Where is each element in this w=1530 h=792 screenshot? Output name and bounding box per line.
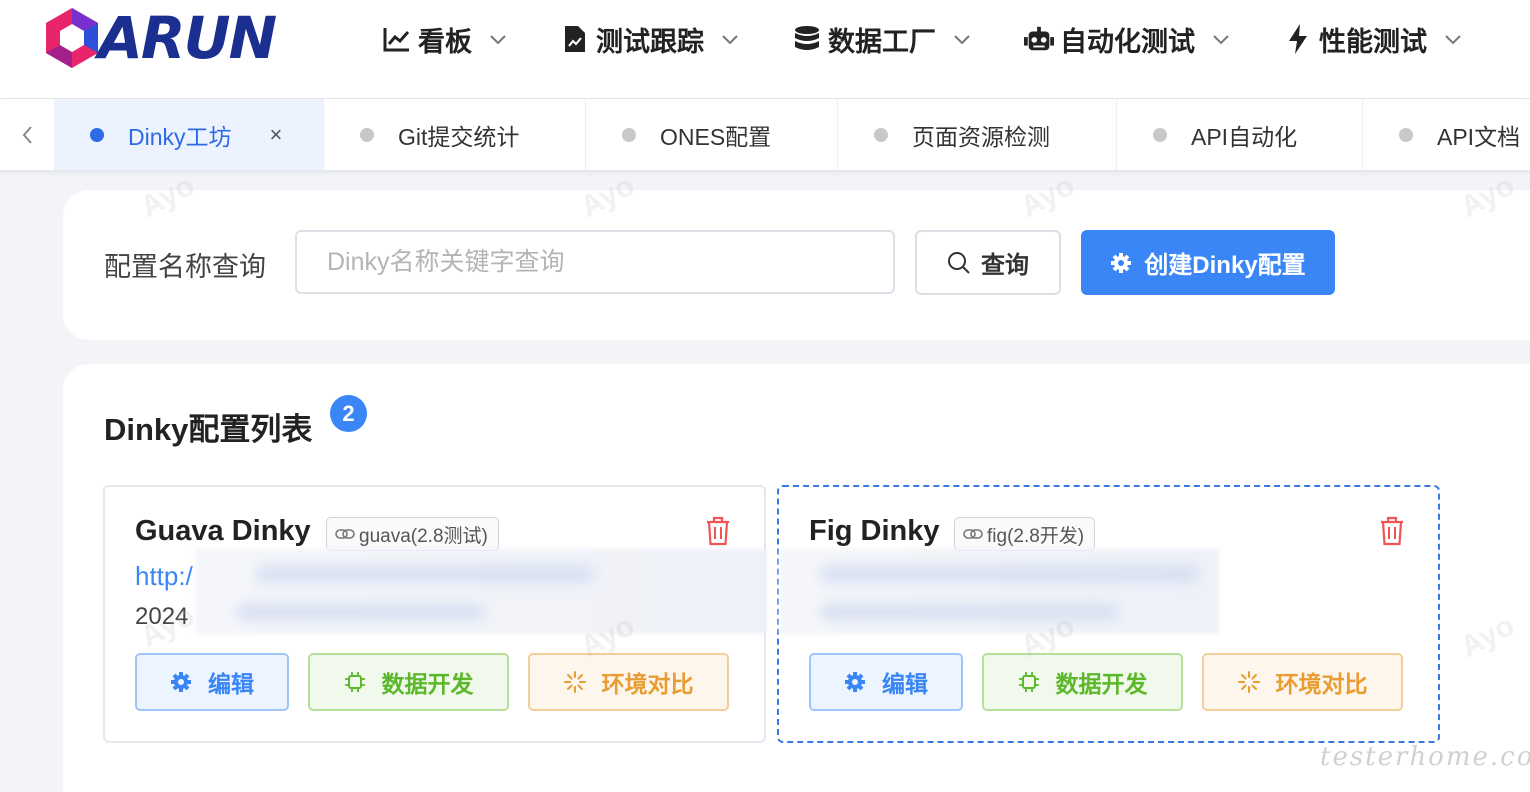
link-icon: [963, 525, 983, 543]
line-chart-icon: [382, 24, 412, 54]
chip-icon: [1018, 671, 1040, 693]
tab-api-docs[interactable]: API文档: [1363, 99, 1530, 170]
create-dinky-config-button[interactable]: 创建Dinky配置: [1081, 230, 1335, 295]
environment-compare-button[interactable]: 环境对比: [1202, 653, 1403, 711]
gear-icon: [1111, 252, 1132, 273]
config-item-fig: Fig Dinky fig(2.8开发) 编辑 数据开发 环境对比: [777, 485, 1440, 743]
edit-button[interactable]: 编辑: [809, 653, 963, 711]
logo-hexagon-icon: [46, 8, 98, 68]
top-header: ARUN 看板 测试跟踪 数据工厂 自动化测试 性能测试: [0, 0, 1530, 99]
gear-icon: [844, 671, 866, 693]
item-url-link[interactable]: http:/: [135, 561, 193, 592]
gear-icon: [170, 671, 192, 693]
nav-item-data-factory[interactable]: 数据工厂: [792, 18, 972, 60]
query-button-label: 查询: [981, 252, 1029, 279]
trash-icon[interactable]: [702, 515, 734, 547]
data-development-button[interactable]: 数据开发: [982, 653, 1183, 711]
environment-compare-button[interactable]: 环境对比: [528, 653, 729, 711]
search-input[interactable]: [295, 230, 895, 294]
count-badge: 2: [330, 395, 367, 432]
tab-page-resource-check[interactable]: 页面资源检测: [838, 99, 1117, 170]
item-tag-label: guava(2.8测试): [359, 525, 488, 547]
tab-label: API文档: [1437, 123, 1521, 150]
redacted-area: [779, 549, 1219, 634]
data-development-label: 数据开发: [381, 671, 474, 697]
environment-compare-label: 环境对比: [601, 671, 694, 697]
query-button[interactable]: 查询: [915, 230, 1061, 295]
tab-dinky-workshop[interactable]: Dinky工坊 ×: [54, 99, 324, 170]
database-icon: [792, 24, 822, 54]
logo[interactable]: ARUN: [40, 4, 277, 72]
chevron-down-icon: [722, 35, 738, 45]
tab-label: API自动化: [1191, 123, 1298, 150]
chevron-down-icon: [954, 35, 970, 45]
tab-status-dot: [360, 127, 374, 142]
lightning-icon: [1283, 24, 1313, 54]
tab-status-dot: [1153, 127, 1167, 142]
list-title: Dinky配置列表: [104, 412, 313, 447]
nav-label: 性能测试: [1319, 26, 1427, 57]
tab-status-dot: [622, 127, 636, 142]
trash-icon[interactable]: [1376, 515, 1408, 547]
tab-label: Git提交统计: [398, 123, 520, 150]
tab-label: 页面资源检测: [912, 123, 1050, 150]
nav-item-dashboard[interactable]: 看板: [382, 18, 508, 60]
tab-label: Dinky工坊: [128, 123, 232, 150]
tab-git-commit-stats[interactable]: Git提交统计: [324, 99, 586, 170]
item-name: Guava Dinky: [135, 515, 311, 547]
main-nav: 看板 测试跟踪 数据工厂 自动化测试 性能测试: [382, 18, 1515, 60]
chevron-down-icon: [1213, 35, 1229, 45]
nav-item-test-tracking[interactable]: 测试跟踪: [560, 18, 740, 60]
chevron-down-icon: [490, 35, 506, 45]
redacted-area: [195, 549, 766, 634]
site-watermark: testerhome.com: [1320, 742, 1530, 772]
item-name: Fig Dinky: [809, 515, 940, 547]
nav-item-performance-test[interactable]: 性能测试: [1283, 18, 1463, 60]
close-icon[interactable]: ×: [270, 122, 283, 148]
robot-icon: [1024, 24, 1054, 54]
logo-text: ARUN: [98, 4, 277, 72]
data-development-button[interactable]: 数据开发: [308, 653, 509, 711]
item-tag-label: fig(2.8开发): [987, 525, 1085, 547]
nav-label: 数据工厂: [828, 26, 936, 57]
nav-item-automation-test[interactable]: 自动化测试: [1024, 18, 1231, 60]
config-item-guava: Guava Dinky guava(2.8测试) http:/ 2024 编辑 …: [103, 485, 766, 743]
nav-label: 自动化测试: [1060, 26, 1195, 57]
tab-ones-config[interactable]: ONES配置: [586, 99, 838, 170]
tab-scroll-left-button[interactable]: [0, 99, 54, 170]
tab-api-automation[interactable]: API自动化: [1117, 99, 1363, 170]
link-icon: [335, 525, 355, 543]
search-label: 配置名称查询: [104, 252, 266, 282]
document-icon: [560, 24, 590, 54]
tab-bar: Dinky工坊 × Git提交统计 ONES配置 页面资源检测 API自动化 A…: [0, 99, 1530, 171]
loading-icon: [1237, 671, 1260, 693]
tab-status-dot: [1399, 127, 1413, 142]
tab-status-dot: [874, 127, 888, 142]
item-tag: guava(2.8测试): [326, 517, 499, 551]
edit-button-label: 编辑: [882, 671, 928, 697]
tab-status-dot: [90, 127, 104, 142]
edit-button[interactable]: 编辑: [135, 653, 289, 711]
item-date: 2024: [135, 603, 189, 630]
item-tag: fig(2.8开发): [954, 517, 1096, 551]
config-list-card: Dinky配置列表 2 Guava Dinky guava(2.8测试) htt…: [63, 364, 1530, 792]
chevron-down-icon: [1445, 35, 1461, 45]
chip-icon: [344, 671, 366, 693]
search-icon: [948, 251, 970, 274]
chevron-left-icon: [22, 125, 32, 144]
create-button-label: 创建Dinky配置: [1144, 252, 1306, 279]
data-development-label: 数据开发: [1055, 671, 1148, 697]
nav-label: 看板: [418, 26, 472, 57]
edit-button-label: 编辑: [208, 671, 254, 697]
tab-label: ONES配置: [660, 123, 772, 150]
environment-compare-label: 环境对比: [1275, 671, 1368, 697]
search-card: 配置名称查询 查询 创建Dinky配置: [63, 190, 1530, 340]
nav-label: 测试跟踪: [596, 26, 704, 57]
loading-icon: [563, 671, 586, 693]
